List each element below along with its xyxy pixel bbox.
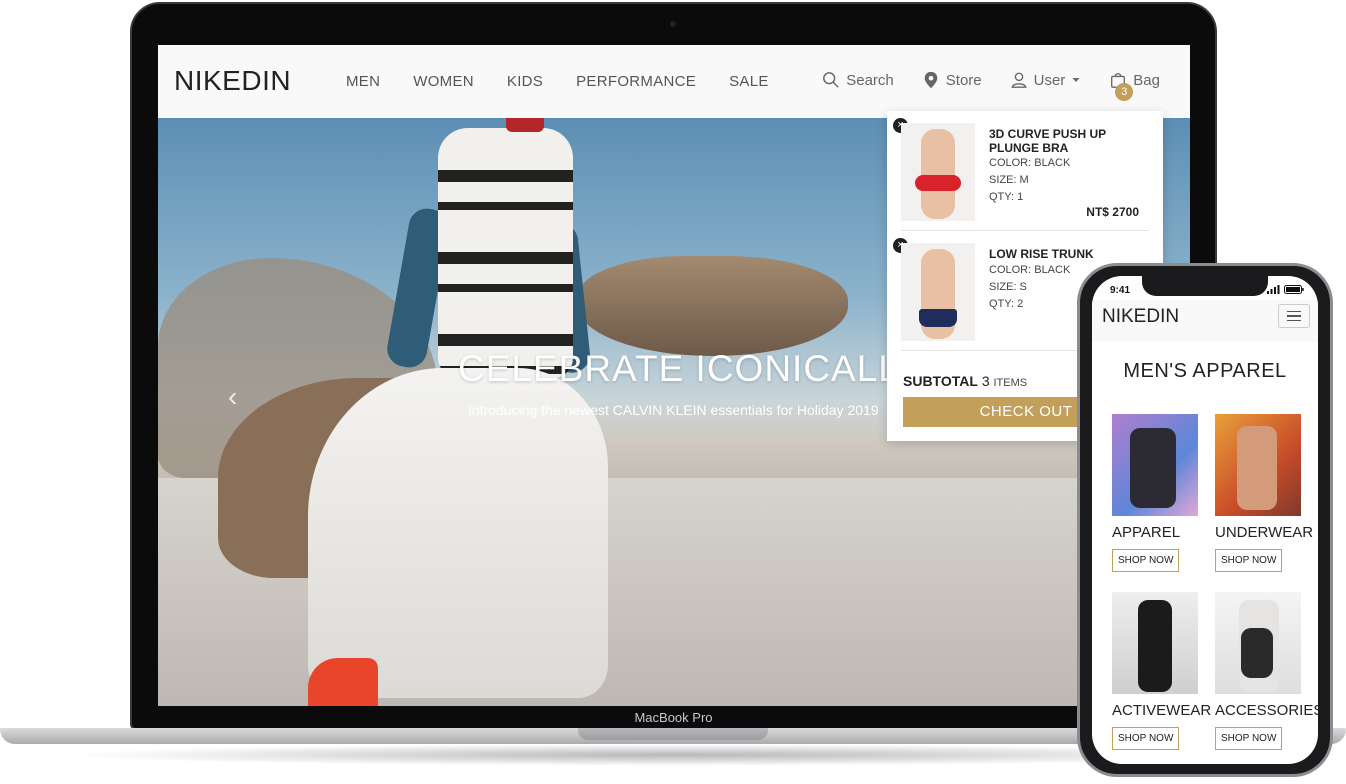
cart-subtotal: SUBTOTAL 3 ITEMS <box>903 373 1027 389</box>
hero-title: CELEBRATE ICONICALLY <box>458 348 923 389</box>
status-time: 9:41 <box>1110 285 1131 296</box>
user-label: User <box>1033 71 1066 89</box>
map-pin-icon <box>924 71 938 89</box>
user-icon <box>1011 72 1027 88</box>
subtotal-count: 3 <box>981 373 990 389</box>
category-name: ACCESSORIES <box>1215 702 1318 719</box>
device-mockup: NIKEDIN MEN WOMEN KIDS PERFORMANCE SALE … <box>0 0 1346 784</box>
category-card-accessories[interactable]: ACCESSORIES SHOP NOW <box>1215 592 1318 750</box>
cart-item-name[interactable]: 3D CURVE PUSH UP PLUNGE BRA <box>989 127 1159 155</box>
subtotal-label: SUBTOTAL <box>903 373 978 389</box>
bag-count-badge: 3 <box>1115 83 1134 101</box>
category-card-underwear[interactable]: UNDERWEAR SHOP NOW <box>1215 414 1315 572</box>
cart-item-color: COLOR: BLACK <box>989 264 1071 276</box>
user-menu-button[interactable]: User <box>1010 71 1082 89</box>
bag-label: Bag <box>1133 71 1160 89</box>
chevron-left-icon[interactable]: ‹ <box>228 381 237 413</box>
mobile-logo[interactable]: NIKEDIN <box>1102 306 1179 328</box>
cart-item-qty: QTY: 1 <box>989 191 1024 203</box>
category-name: APPAREL <box>1112 524 1181 541</box>
category-image[interactable] <box>1215 592 1301 694</box>
site-logo[interactable]: NIKEDIN <box>174 65 291 97</box>
nav-item-sale[interactable]: SALE <box>729 73 769 90</box>
hero-rock-formation <box>578 256 848 356</box>
nav-item-men[interactable]: MEN <box>346 73 380 90</box>
shop-now-button[interactable]: SHOP NOW <box>1112 549 1180 572</box>
subtotal-unit: ITEMS <box>993 377 1028 389</box>
hero-model-hat <box>506 118 544 132</box>
product-thumbnail[interactable] <box>901 123 975 221</box>
cart-item-color: COLOR: BLACK <box>989 157 1071 169</box>
mobile-header: NIKEDIN <box>1092 300 1318 342</box>
product-thumbnail[interactable] <box>901 243 975 341</box>
device-label: MacBook Pro <box>634 710 713 725</box>
hero-model-sweater <box>438 128 573 378</box>
search-icon <box>823 72 839 88</box>
search-button[interactable]: Search <box>822 71 894 89</box>
phone-screen: 9:41 NIKEDIN MEN'S APPAREL APPAREL SHOP … <box>1092 276 1318 764</box>
cart-item-qty: QTY: 2 <box>989 298 1024 310</box>
nav-item-women[interactable]: WOMEN <box>413 73 474 90</box>
bag-button[interactable]: 3 Bag <box>1109 71 1160 101</box>
cart-item-size: SIZE: S <box>989 281 1027 293</box>
nav-item-kids[interactable]: KIDS <box>507 73 543 90</box>
hamburger-menu-icon[interactable] <box>1278 304 1310 328</box>
hero-model-shoe <box>308 658 378 706</box>
hero-subtitle: Introducing the newest CALVIN KLEIN esse… <box>468 402 879 418</box>
camera-icon <box>670 21 676 27</box>
nav-item-performance[interactable]: PERFORMANCE <box>576 73 696 90</box>
caret-down-icon <box>1072 78 1080 82</box>
category-image[interactable] <box>1215 414 1301 516</box>
store-button[interactable]: Store <box>922 71 982 89</box>
search-label: Search <box>846 71 894 89</box>
cart-item-price: NT$ 2700 <box>1086 205 1139 219</box>
category-image[interactable] <box>1112 414 1198 516</box>
category-card-activewear[interactable]: ACTIVEWEAR SHOP NOW <box>1112 592 1212 750</box>
category-image[interactable] <box>1112 592 1198 694</box>
store-label: Store <box>945 71 982 89</box>
laptop-opening-notch <box>578 728 768 740</box>
shop-now-button[interactable]: SHOP NOW <box>1215 727 1283 750</box>
cart-item-name[interactable]: LOW RISE TRUNK <box>989 247 1159 261</box>
signal-icon <box>1267 285 1280 294</box>
phone-notch <box>1142 276 1268 296</box>
cart-item: × 3D CURVE PUSH UP PLUNGE BRA COLOR: BLA… <box>893 111 1149 231</box>
mobile-page-title: MEN'S APPAREL <box>1123 360 1287 382</box>
status-icons <box>1267 285 1304 296</box>
shop-now-button[interactable]: SHOP NOW <box>1215 549 1283 572</box>
category-name: UNDERWEAR <box>1215 524 1314 541</box>
category-card-apparel[interactable]: APPAREL SHOP NOW <box>1112 414 1212 572</box>
site-header: NIKEDIN MEN WOMEN KIDS PERFORMANCE SALE … <box>158 45 1190 118</box>
battery-icon <box>1284 285 1304 294</box>
main-nav: MEN WOMEN KIDS PERFORMANCE SALE <box>346 73 769 90</box>
cart-item-size: SIZE: M <box>989 174 1029 186</box>
shop-now-button[interactable]: SHOP NOW <box>1112 727 1180 750</box>
header-tools: Search Store User 3 Bag <box>822 71 1160 101</box>
laptop-screen: NIKEDIN MEN WOMEN KIDS PERFORMANCE SALE … <box>158 45 1190 706</box>
category-name: ACTIVEWEAR <box>1112 702 1212 719</box>
